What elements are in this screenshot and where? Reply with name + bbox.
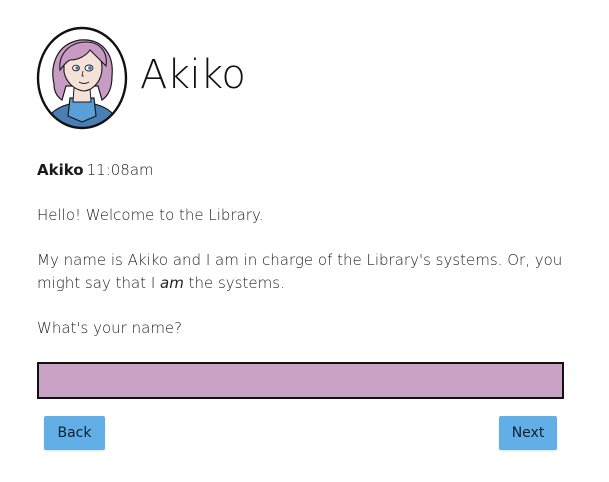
message-line-question: What's your name? xyxy=(37,319,183,337)
intro-text-start: My name is Akiko and I am in charge of t… xyxy=(37,251,563,292)
next-button[interactable]: Next xyxy=(499,416,557,450)
intro-text-end: the systems. xyxy=(183,274,285,292)
character-name: Akiko xyxy=(140,52,246,98)
character-header: Akiko xyxy=(36,26,246,130)
message-meta: Akiko 11:08am xyxy=(37,160,154,180)
akiko-portrait-icon xyxy=(36,26,128,130)
message-time: 11:08am xyxy=(86,161,154,179)
intro-emphasis: am xyxy=(160,274,184,292)
back-button[interactable]: Back xyxy=(44,416,105,450)
avatar xyxy=(36,26,128,130)
name-input[interactable] xyxy=(37,362,564,399)
message-line-welcome: Hello! Welcome to the Library. xyxy=(37,206,264,224)
message-sender: Akiko xyxy=(37,161,84,179)
message-line-intro: My name is Akiko and I am in charge of t… xyxy=(37,249,567,295)
